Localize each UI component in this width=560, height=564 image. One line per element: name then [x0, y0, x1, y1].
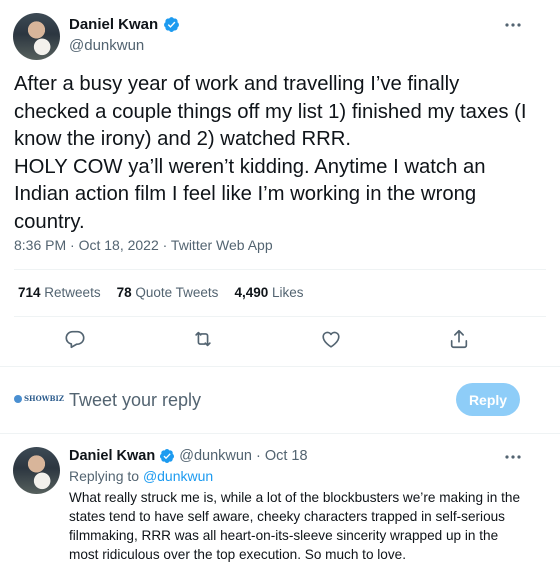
- more-options-icon[interactable]: [502, 20, 524, 30]
- reply-separator: ·: [255, 448, 261, 464]
- reply-button[interactable]: Reply: [456, 383, 520, 416]
- tweet-stats: 714 Retweets 78 Quote Tweets 4,490 Likes: [18, 285, 320, 300]
- quotes-label: Quote Tweets: [135, 285, 219, 300]
- replying-to-handle-link[interactable]: @dunkwun: [143, 468, 213, 484]
- reply-author-name[interactable]: Daniel Kwan: [69, 448, 155, 464]
- composer-brand-logo: SHOWBIZ: [14, 394, 64, 403]
- reply-author-handle[interactable]: @dunkwun: [179, 448, 252, 464]
- reply-compose-input[interactable]: Tweet your reply: [69, 390, 201, 411]
- like-icon[interactable]: [320, 328, 342, 350]
- tweet-timestamp[interactable]: 8:36 PM · Oct 18, 2022 · Twitter Web App: [14, 237, 273, 253]
- reply-date[interactable]: Oct 18: [265, 448, 308, 464]
- retweets-count: 714: [18, 285, 41, 300]
- quotes-count: 78: [116, 285, 132, 300]
- verified-badge-icon: [164, 17, 180, 32]
- reply-author-avatar[interactable]: [13, 447, 60, 494]
- composer-brand-text: SHOWBIZ: [24, 394, 64, 403]
- quotes-stat[interactable]: 78 Quote Tweets: [117, 285, 219, 300]
- likes-count: 4,490: [234, 285, 269, 300]
- tweet-actions: [0, 328, 560, 354]
- divider: [0, 433, 560, 434]
- divider: [0, 366, 560, 367]
- reply-icon[interactable]: [64, 328, 86, 350]
- tweet-page: Daniel Kwan @dunkwun After a busy year o…: [0, 0, 560, 564]
- tweet-text: After a busy year of work and travelling…: [14, 73, 527, 233]
- reply-header: Daniel Kwan @dunkwun · Oct 18: [69, 448, 308, 464]
- author-avatar[interactable]: [13, 13, 60, 60]
- more-options-icon[interactable]: [502, 452, 524, 462]
- share-icon[interactable]: [448, 328, 470, 350]
- divider: [14, 316, 546, 317]
- likes-stat[interactable]: 4,490 Likes: [234, 285, 303, 300]
- divider: [14, 269, 546, 270]
- reply-text: What really struck me is, while a lot of…: [69, 490, 521, 562]
- replying-to-line: Replying to @dunkwun: [69, 468, 213, 484]
- brand-dot-icon: [14, 394, 22, 403]
- author-handle[interactable]: @dunkwun: [69, 37, 144, 54]
- retweet-icon[interactable]: [192, 328, 214, 350]
- author-name-row[interactable]: Daniel Kwan: [69, 16, 180, 33]
- retweets-label: Retweets: [44, 285, 101, 300]
- likes-label: Likes: [272, 285, 304, 300]
- retweets-stat[interactable]: 714 Retweets: [18, 285, 101, 300]
- verified-badge-icon: [160, 449, 175, 463]
- author-display-name[interactable]: Daniel Kwan: [69, 16, 158, 33]
- replying-to-label: Replying to: [69, 468, 140, 484]
